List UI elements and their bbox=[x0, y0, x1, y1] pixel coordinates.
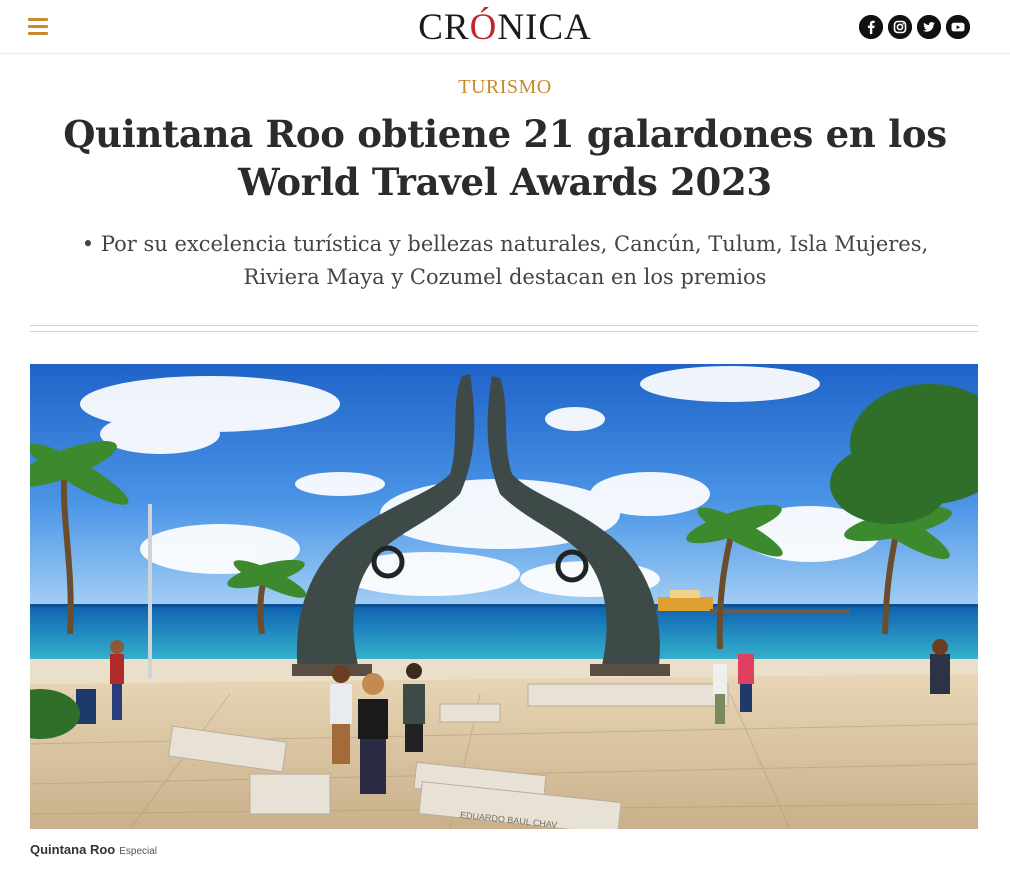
twitter-icon[interactable] bbox=[917, 15, 941, 39]
article-headline: Quintana Roo obtiene 21 galardones en lo… bbox=[40, 110, 970, 206]
caption-text: Quintana Roo bbox=[30, 842, 116, 857]
headline-line-1: Quintana Roo obtiene 21 galardones en lo… bbox=[63, 112, 947, 156]
logo-text-accent: Ó bbox=[469, 7, 498, 48]
social-links bbox=[859, 15, 970, 39]
logo-text-start: CR bbox=[418, 7, 470, 48]
photo-caption: Quintana Roo Especial bbox=[30, 841, 157, 859]
instagram-icon[interactable] bbox=[888, 15, 912, 39]
facebook-icon[interactable] bbox=[859, 15, 883, 39]
beach-portal-illustration: EDUARDO BAUL CHAV bbox=[30, 364, 978, 829]
subhead-line-2: Riviera Maya y Cozumel destacan en los p… bbox=[243, 265, 767, 289]
article-photo[interactable]: EDUARDO BAUL CHAV bbox=[30, 364, 978, 829]
article-subheadline: • Por su excelencia turística y bellezas… bbox=[30, 228, 980, 294]
logo-text-end: NICA bbox=[497, 7, 592, 48]
headline-line-2: World Travel Awards 2023 bbox=[238, 160, 772, 204]
site-header: CRÓNICA bbox=[0, 0, 1010, 54]
subhead-line-1: • Por su excelencia turística y bellezas… bbox=[81, 232, 929, 256]
divider bbox=[30, 325, 978, 326]
section-label[interactable]: TURISMO bbox=[0, 76, 1010, 99]
youtube-icon[interactable] bbox=[946, 15, 970, 39]
divider bbox=[30, 331, 978, 332]
photo-credit: Especial bbox=[119, 846, 158, 857]
